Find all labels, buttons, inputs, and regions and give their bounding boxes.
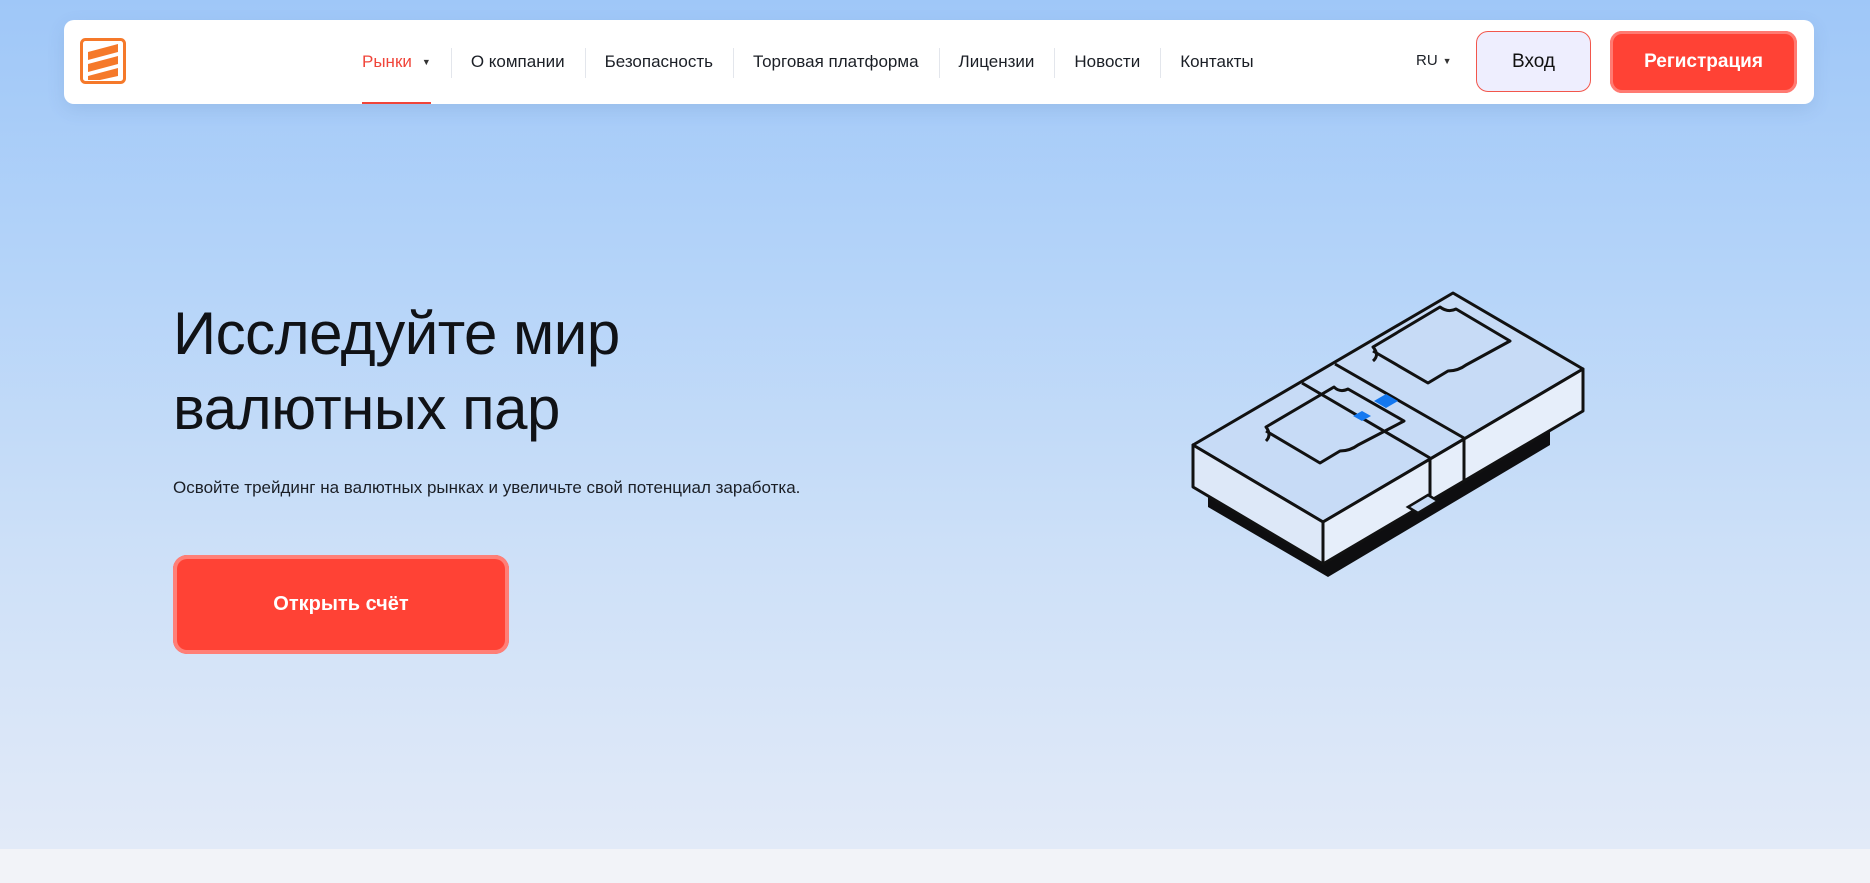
nav-item-label: О компании xyxy=(470,52,565,71)
hero-title-line-1: Исследуйте мир xyxy=(173,300,620,367)
nav-item-label: Безопасность xyxy=(604,52,714,71)
nav-item-news[interactable]: Новости xyxy=(1054,20,1160,104)
hero-subtitle: Освойте трейдинг на валютных рынках и ув… xyxy=(173,478,801,497)
language-label: RU xyxy=(1416,52,1438,69)
nav-item-label: Лицензии xyxy=(958,52,1035,71)
nav-item-contacts[interactable]: Контакты xyxy=(1160,20,1273,104)
main-nav: Рынки ▼ О компании Безопасность Торговая… xyxy=(342,20,1274,104)
nav-item-markets[interactable]: Рынки ▼ xyxy=(342,20,451,104)
nav-item-label: Новости xyxy=(1074,52,1141,71)
banknote-stack-illustration xyxy=(1180,285,1600,625)
nav-item-platform[interactable]: Торговая платформа xyxy=(733,20,939,104)
login-button[interactable]: Вход xyxy=(1476,31,1591,92)
language-selector[interactable]: RU ▼ xyxy=(1416,52,1452,69)
nav-item-label: Торговая платформа xyxy=(753,52,919,71)
register-button[interactable]: Регистрация xyxy=(1610,31,1797,93)
hero-title-line-2: валютных пар xyxy=(173,375,560,442)
brand-logo-icon[interactable] xyxy=(80,38,126,84)
nav-item-security[interactable]: Безопасность xyxy=(584,20,733,104)
hero-title: Исследуйте мир валютных пар xyxy=(173,296,793,446)
next-section-edge xyxy=(0,849,1870,883)
caret-down-icon: ▼ xyxy=(421,57,431,67)
site-header: Рынки ▼ О компании Безопасность Торговая… xyxy=(64,20,1814,104)
nav-item-label: Контакты xyxy=(1180,52,1254,71)
open-account-button[interactable]: Открыть счёт xyxy=(173,555,509,654)
nav-item-licenses[interactable]: Лицензии xyxy=(938,20,1055,104)
caret-down-icon: ▼ xyxy=(1442,55,1452,66)
nav-item-label: Рынки xyxy=(362,52,412,71)
nav-item-about[interactable]: О компании xyxy=(450,20,585,104)
